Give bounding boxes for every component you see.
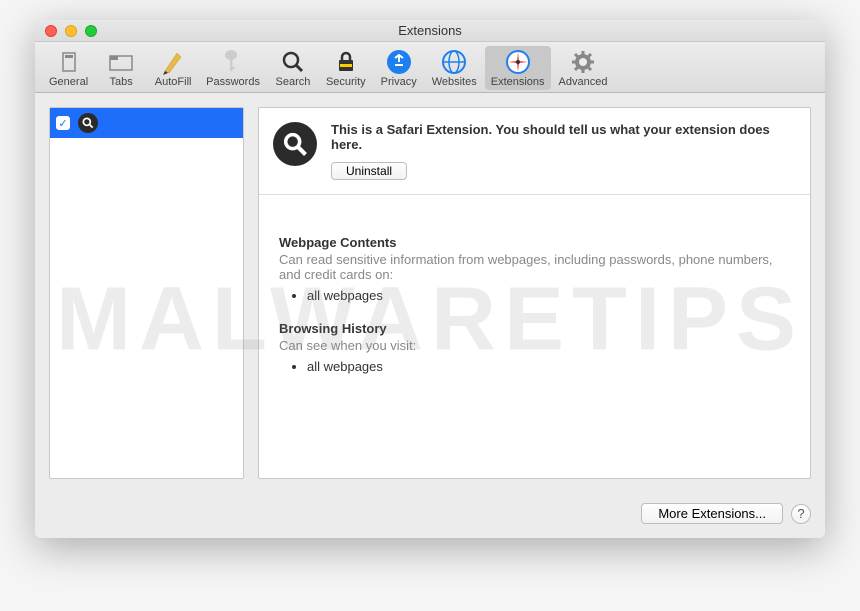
autofill-icon [159,48,187,76]
window-title: Extensions [398,23,462,38]
traffic-lights [35,25,97,37]
tab-label: Privacy [381,76,417,88]
tab-label: General [49,76,88,88]
tab-websites[interactable]: Websites [426,46,483,90]
more-extensions-button[interactable]: More Extensions... [641,503,783,524]
section-subtitle: Can read sensitive information from webp… [279,252,790,282]
tab-label: Websites [432,76,477,88]
sidebar-extension-item[interactable]: ✓ [50,108,243,138]
tab-autofill[interactable]: AutoFill [148,46,198,90]
tab-search[interactable]: Search [268,46,318,90]
tab-label: Passwords [206,76,260,88]
privacy-icon [385,48,413,76]
tab-tabs[interactable]: Tabs [96,46,146,90]
titlebar[interactable]: Extensions [35,20,825,42]
tab-label: Tabs [110,76,133,88]
tab-label: Security [326,76,366,88]
tab-privacy[interactable]: Privacy [374,46,424,90]
extension-search-icon [78,113,98,133]
uninstall-button[interactable]: Uninstall [331,162,407,180]
minimize-button[interactable] [65,25,77,37]
extensions-sidebar: ✓ [49,107,244,479]
passwords-icon [219,48,247,76]
tab-advanced[interactable]: Advanced [553,46,614,90]
general-icon [55,48,83,76]
permission-list: all webpages [307,359,790,374]
search-icon [279,48,307,76]
detail-header: This is a Safari Extension. You should t… [259,108,810,195]
tab-security[interactable]: Security [320,46,372,90]
help-button[interactable]: ? [791,504,811,524]
tab-label: Search [276,76,311,88]
extension-description: This is a Safari Extension. You should t… [331,122,796,152]
extensions-icon [504,48,532,76]
permission-item: all webpages [307,288,790,303]
content-area: ✓ This is a Safari Extension. You should… [35,93,825,493]
maximize-button[interactable] [85,25,97,37]
permission-item: all webpages [307,359,790,374]
extension-enabled-checkbox[interactable]: ✓ [56,116,70,130]
tab-label: AutoFill [155,76,192,88]
tab-label: Advanced [559,76,608,88]
preferences-toolbar: General Tabs AutoFill Passwords Search [35,42,825,93]
websites-icon [440,48,468,76]
section-title: Webpage Contents [279,235,790,250]
advanced-icon [569,48,597,76]
footer: More Extensions... ? [35,493,825,538]
tab-label: Extensions [491,76,545,88]
extension-large-icon [273,122,317,166]
security-icon [332,48,360,76]
extension-detail-panel: This is a Safari Extension. You should t… [258,107,811,479]
tab-extensions[interactable]: Extensions [485,46,551,90]
tab-general[interactable]: General [43,46,94,90]
tab-passwords[interactable]: Passwords [200,46,266,90]
permission-list: all webpages [307,288,790,303]
permissions-body: Webpage Contents Can read sensitive info… [259,195,810,412]
preferences-window: Extensions General Tabs AutoFill Passwor… [35,20,825,538]
tabs-icon [107,48,135,76]
section-title: Browsing History [279,321,790,336]
close-button[interactable] [45,25,57,37]
section-subtitle: Can see when you visit: [279,338,790,353]
